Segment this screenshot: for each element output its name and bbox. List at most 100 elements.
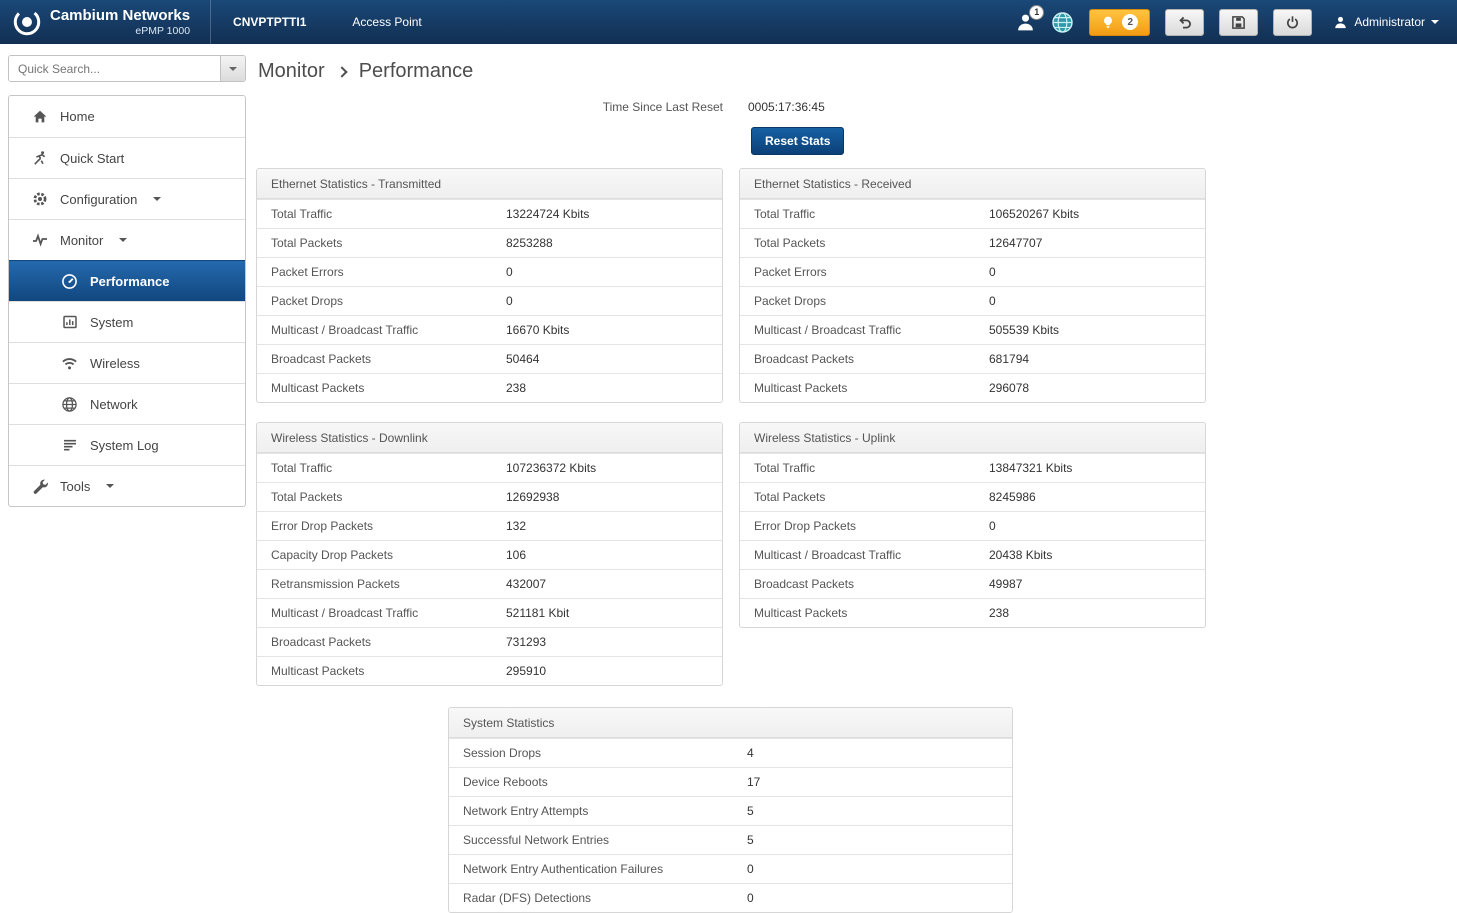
stat-value: 295910 bbox=[506, 664, 546, 678]
sidebar-item-label: Performance bbox=[90, 274, 169, 289]
sidebar-item-wireless[interactable]: Wireless bbox=[9, 342, 245, 383]
stat-label: Capacity Drop Packets bbox=[271, 548, 506, 562]
breadcrumb-section: Monitor bbox=[258, 60, 325, 83]
stat-value: 0 bbox=[989, 265, 996, 279]
stat-value: 5 bbox=[747, 804, 754, 818]
stat-row: Device Reboots 17 bbox=[449, 767, 1012, 796]
stat-label: Total Packets bbox=[271, 490, 506, 504]
wrench-icon bbox=[30, 478, 49, 494]
brand-logo[interactable]: Cambium Networks ePMP 1000 bbox=[12, 0, 210, 44]
power-icon bbox=[1285, 15, 1300, 30]
panel-title: System Statistics bbox=[449, 708, 1012, 738]
stat-label: Multicast / Broadcast Traffic bbox=[754, 323, 989, 337]
sidebar-item-system[interactable]: System bbox=[9, 301, 245, 342]
sidebar-item-label: Wireless bbox=[90, 356, 140, 371]
stat-value: 17 bbox=[747, 775, 760, 789]
device-name: CNVPTPTTI1 bbox=[210, 0, 328, 44]
stat-label: Broadcast Packets bbox=[754, 352, 989, 366]
search-dropdown-button[interactable] bbox=[220, 56, 245, 81]
stat-value: 12647707 bbox=[989, 236, 1042, 250]
stat-label: Total Traffic bbox=[271, 207, 506, 221]
stat-value: 731293 bbox=[506, 635, 546, 649]
sidebar-item-home[interactable]: Home bbox=[9, 96, 245, 137]
stat-row: Total Packets 8245986 bbox=[740, 482, 1205, 511]
stat-value: 0 bbox=[989, 294, 996, 308]
stat-label: Multicast / Broadcast Traffic bbox=[271, 323, 506, 337]
caret-down-icon bbox=[1431, 20, 1439, 28]
time-since-reset-label: Time Since Last Reset bbox=[256, 100, 723, 114]
sidebar-item-network[interactable]: Network bbox=[9, 383, 245, 424]
stat-label: Device Reboots bbox=[463, 775, 747, 789]
stat-label: Total Traffic bbox=[754, 207, 989, 221]
device-mode-label: Access Point bbox=[328, 15, 431, 29]
sidebar-item-tools[interactable]: Tools bbox=[9, 465, 245, 506]
sidebar-item-monitor[interactable]: Monitor bbox=[9, 219, 245, 260]
sidebar-item-label: System Log bbox=[90, 438, 159, 453]
stat-row: Total Traffic 13224724 Kbits bbox=[257, 199, 722, 228]
sidebar-item-performance[interactable]: Performance bbox=[9, 260, 245, 301]
panel-ethernet-transmitted: Ethernet Statistics - Transmitted Total … bbox=[256, 168, 723, 403]
breadcrumb-arrow-icon bbox=[336, 66, 347, 77]
stat-row: Multicast Packets 238 bbox=[740, 598, 1205, 627]
stat-value: 432007 bbox=[506, 577, 546, 591]
stat-row: Broadcast Packets 49987 bbox=[740, 569, 1205, 598]
globe-icon[interactable] bbox=[1051, 11, 1074, 34]
stat-row: Session Drops 4 bbox=[449, 738, 1012, 767]
sidebar-item-configuration[interactable]: Configuration bbox=[9, 178, 245, 219]
panel-title: Wireless Statistics - Uplink bbox=[740, 423, 1205, 453]
sidebar-item-quick-start[interactable]: Quick Start bbox=[9, 137, 245, 178]
stat-label: Network Entry Attempts bbox=[463, 804, 747, 818]
stat-label: Packet Drops bbox=[754, 294, 989, 308]
save-button[interactable] bbox=[1219, 9, 1258, 36]
stat-label: Successful Network Entries bbox=[463, 833, 747, 847]
undo-button[interactable] bbox=[1165, 9, 1204, 36]
stat-value: 238 bbox=[506, 381, 526, 395]
stat-value: 8253288 bbox=[506, 236, 553, 250]
sidebar: Home Quick Start Confi bbox=[8, 55, 246, 507]
stat-value: 20438 Kbits bbox=[989, 548, 1052, 562]
stat-value: 4 bbox=[747, 746, 754, 760]
stat-label: Total Traffic bbox=[754, 461, 989, 475]
notifications-button[interactable]: 2 bbox=[1089, 9, 1150, 36]
stat-value: 13224724 Kbits bbox=[506, 207, 589, 221]
stat-label: Multicast / Broadcast Traffic bbox=[271, 606, 506, 620]
reset-stats-button[interactable]: Reset Stats bbox=[751, 127, 844, 155]
brand-model: ePMP 1000 bbox=[135, 25, 190, 37]
stat-value: 0 bbox=[506, 265, 513, 279]
search-input[interactable] bbox=[9, 56, 220, 81]
stat-label: Packet Errors bbox=[754, 265, 989, 279]
stat-value: 107236372 Kbits bbox=[506, 461, 596, 475]
stat-value: 106 bbox=[506, 548, 526, 562]
stat-label: Multicast Packets bbox=[754, 381, 989, 395]
sidebar-item-label: Monitor bbox=[60, 233, 103, 248]
stat-row: Packet Errors 0 bbox=[740, 257, 1205, 286]
stat-label: Broadcast Packets bbox=[271, 352, 506, 366]
stat-row: Packet Drops 0 bbox=[740, 286, 1205, 315]
panel-wireless-uplink: Wireless Statistics - Uplink Total Traff… bbox=[739, 422, 1206, 628]
stat-label: Error Drop Packets bbox=[271, 519, 506, 533]
stat-row: Retransmission Packets 432007 bbox=[257, 569, 722, 598]
stat-label: Retransmission Packets bbox=[271, 577, 506, 591]
sidebar-item-system-log[interactable]: System Log bbox=[9, 424, 245, 465]
user-menu[interactable]: Administrator bbox=[1333, 15, 1439, 30]
stat-row: Multicast / Broadcast Traffic 505539 Kbi… bbox=[740, 315, 1205, 344]
stat-label: Broadcast Packets bbox=[271, 635, 506, 649]
power-button[interactable] bbox=[1273, 9, 1312, 36]
user-icon bbox=[1333, 15, 1348, 30]
sidebar-item-label: Configuration bbox=[60, 192, 137, 207]
connected-users-button[interactable]: 1 bbox=[1015, 12, 1036, 33]
time-since-reset-row: Time Since Last Reset 0005:17:36:45 bbox=[256, 100, 1457, 114]
stat-row: Network Entry Authentication Failures 0 bbox=[449, 854, 1012, 883]
stat-row: Broadcast Packets 681794 bbox=[740, 344, 1205, 373]
stat-label: Network Entry Authentication Failures bbox=[463, 862, 747, 876]
stat-row: Capacity Drop Packets 106 bbox=[257, 540, 722, 569]
stat-row: Packet Drops 0 bbox=[257, 286, 722, 315]
stat-value: 0 bbox=[506, 294, 513, 308]
stat-label: Error Drop Packets bbox=[754, 519, 989, 533]
sidebar-item-label: Quick Start bbox=[60, 151, 124, 166]
stat-label: Multicast Packets bbox=[271, 664, 506, 678]
stat-row: Multicast Packets 295910 bbox=[257, 656, 722, 685]
stat-value: 0 bbox=[989, 519, 996, 533]
sidebar-item-label: Network bbox=[90, 397, 138, 412]
main-content: Monitor Performance Time Since Last Rese… bbox=[246, 44, 1457, 913]
